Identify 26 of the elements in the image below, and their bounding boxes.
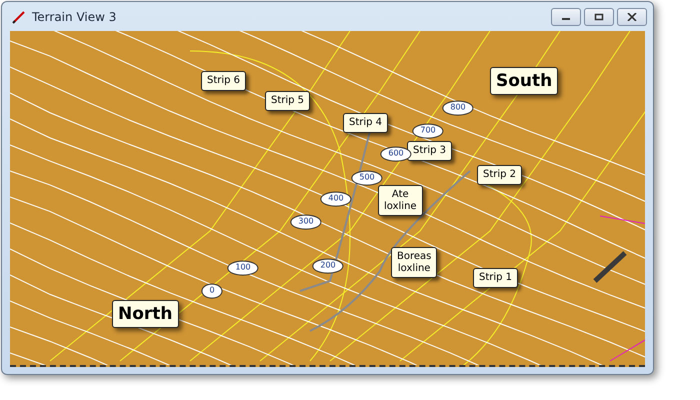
- distance-marker: 700: [412, 124, 444, 138]
- window-title: Terrain View 3: [32, 10, 118, 24]
- pencil-icon: [12, 10, 26, 24]
- distance-marker: 0: [201, 284, 223, 298]
- map-callout: Strip 1: [473, 268, 518, 288]
- map-callout: Boreas loxline: [391, 247, 438, 278]
- map-callout: Ate loxline: [378, 185, 423, 216]
- distance-marker: 200: [312, 258, 344, 274]
- distance-marker: 600: [380, 146, 412, 162]
- maximize-button[interactable]: [584, 8, 614, 26]
- distance-marker: 400: [320, 192, 352, 206]
- map-callout: Strip 2: [477, 165, 522, 184]
- map-callout: Strip 3: [407, 141, 452, 160]
- close-button[interactable]: [617, 8, 647, 26]
- close-icon: [627, 12, 637, 20]
- maximize-icon: [594, 12, 604, 20]
- place-label: North: [112, 300, 179, 328]
- minimize-button[interactable]: [551, 8, 581, 26]
- distance-marker: 100: [227, 260, 259, 276]
- map-callout: Strip 6: [201, 71, 246, 90]
- place-label: South: [490, 67, 558, 95]
- distance-marker: 500: [351, 170, 383, 186]
- distance-marker: 800: [442, 100, 474, 116]
- map-callout: Strip 4: [343, 113, 388, 132]
- map-callout: Strip 5: [265, 91, 310, 110]
- distance-marker: 300: [290, 214, 322, 230]
